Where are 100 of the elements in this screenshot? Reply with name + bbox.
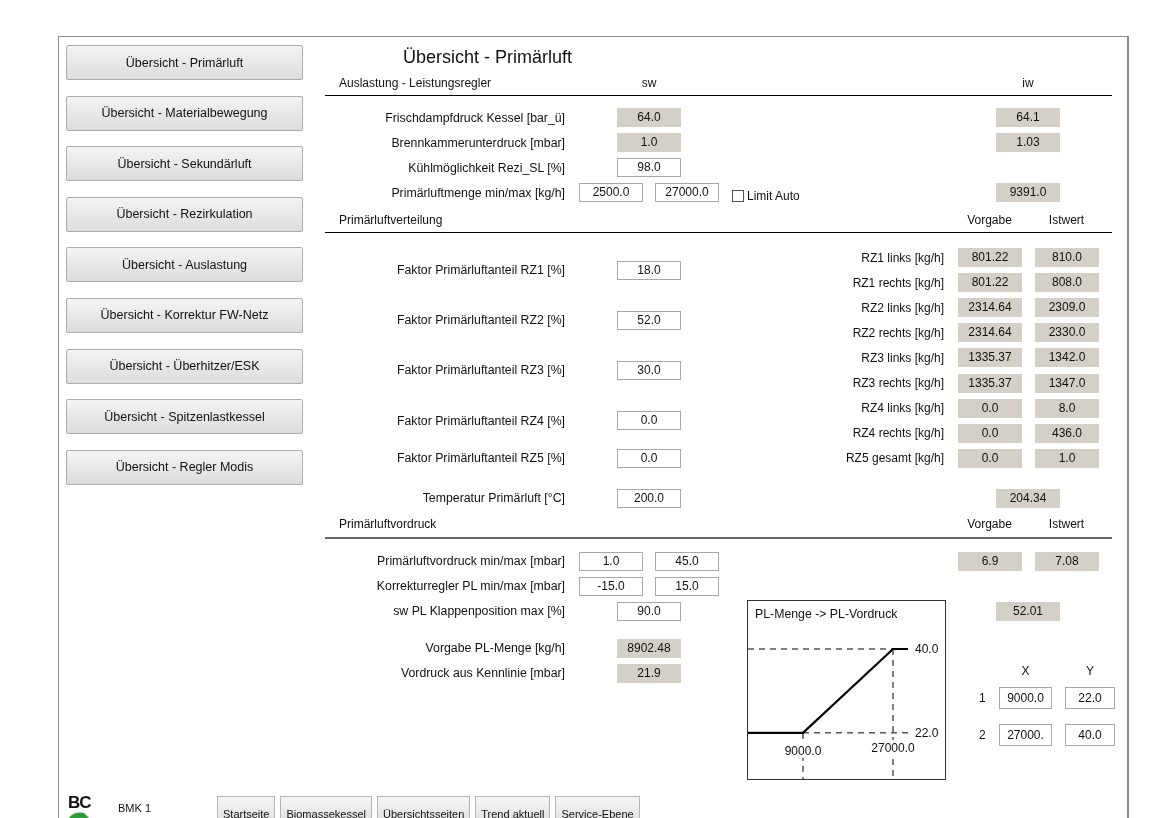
checkbox[interactable] [732, 189, 744, 202]
value-display: 801.22 [958, 248, 1022, 268]
footer-button[interactable]: Startseite [217, 795, 276, 818]
value-display: 1347.0 [1035, 373, 1099, 393]
nav-button[interactable]: Übersicht - Rezirkulation [66, 196, 303, 232]
value-display: 1342.0 [1035, 348, 1099, 368]
value-display: 801.22 [958, 273, 1022, 293]
nav-button[interactable]: Übersicht - Korrektur FW-Netz [66, 297, 303, 333]
value-display: 8902.48 [617, 638, 681, 658]
field-label: RZ1 links [kg/h] [860, 250, 944, 265]
column-heading: sw [640, 76, 658, 90]
input-field[interactable]: 27000. [999, 723, 1052, 746]
field-label: Brennkammerunterdruck [mbar] [390, 135, 565, 150]
value-display: 2330.0 [1035, 323, 1099, 343]
section-heading: Primärluftverteilung [338, 212, 444, 227]
input-field[interactable]: 200.0 [617, 488, 681, 508]
input-field[interactable]: 40.0 [1065, 723, 1115, 746]
nav-button[interactable]: Übersicht - Auslastung [66, 247, 303, 283]
value-display: 1335.37 [958, 348, 1022, 368]
field-label: Faktor Primärluftanteil RZ3 [%] [395, 363, 565, 378]
column-heading: Vorgabe [966, 212, 1013, 227]
section-heading: Primärluftvordruck [338, 517, 438, 532]
footer-button[interactable]: Service-Ebene [555, 795, 640, 818]
column-heading: Istwert [1047, 212, 1086, 227]
field-label: Primärluftvordruck min/max [mbar] [376, 554, 565, 569]
column-heading: Istwert [1047, 517, 1086, 532]
input-field[interactable]: 52.0 [617, 310, 681, 330]
value-display: 52.01 [996, 601, 1060, 621]
column-heading: Y [1085, 663, 1095, 678]
field-label: RZ1 rechts [kg/h] [851, 275, 944, 290]
section-heading: Auslastung - Leistungsregler [338, 76, 493, 90]
chart-title: PL-Menge -> PL-Vordruck [755, 606, 898, 621]
nav-button[interactable]: Übersicht - Überhitzer/ESK [66, 348, 303, 384]
field-label: Vordruck aus Kennlinie [mbar] [399, 666, 565, 681]
input-field[interactable]: 45.0 [655, 551, 719, 571]
input-field[interactable]: 18.0 [617, 260, 681, 280]
nav-button[interactable]: Übersicht - Sekundärluft [66, 146, 303, 182]
row-number: 1 [978, 690, 987, 705]
field-label: RZ4 links [kg/h] [860, 401, 944, 416]
value-display: 0.0 [958, 398, 1022, 418]
value-display: 2309.0 [1035, 298, 1099, 318]
value-display: 436.0 [1035, 423, 1099, 443]
value-display: 7.08 [1035, 551, 1099, 571]
field-label: RZ3 links [kg/h] [860, 350, 944, 365]
column-heading: X [1020, 663, 1031, 678]
field-label: Faktor Primärluftanteil RZ5 [%] [395, 451, 565, 466]
field-label: Frischdampfdruck Kessel [bar_ü] [384, 110, 565, 125]
nav-button[interactable]: Übersicht - Spitzenlastkessel [66, 399, 303, 435]
nav-button[interactable]: Übersicht - Materialbewegung [66, 95, 303, 131]
value-display: 21.9 [617, 663, 681, 683]
field-label: Faktor Primärluftanteil RZ4 [%] [395, 413, 565, 428]
value-display: 1.0 [1035, 448, 1099, 468]
value-display: 64.0 [617, 108, 681, 127]
tick-label: 22.0 [915, 725, 939, 740]
field-label: sw PL Klappenposition max [%] [392, 604, 565, 619]
tick-label: 9000.0 [784, 743, 822, 758]
value-display: 0.0 [958, 448, 1022, 468]
nav-button[interactable]: Übersicht - Regler Modis [66, 449, 303, 485]
field-label: Korrekturregler PL min/max [mbar] [375, 579, 565, 594]
input-field[interactable]: -15.0 [579, 576, 643, 596]
footer-button[interactable]: Trend aktuell [475, 795, 551, 818]
tick-label: 27000.0 [871, 740, 915, 755]
footer-button[interactable]: Übersichtsseiten [376, 795, 471, 818]
field-label: RZ4 rechts [kg/h] [851, 426, 944, 441]
input-field[interactable]: 9000.0 [999, 686, 1052, 709]
value-display: 9391.0 [996, 183, 1060, 202]
input-field[interactable]: 1.0 [579, 551, 643, 571]
input-field[interactable]: 15.0 [655, 576, 719, 596]
input-field[interactable]: 0.0 [617, 411, 681, 431]
column-heading: Vorgabe [966, 517, 1013, 532]
field-label: Kühlmöglichkeit Rezi_SL [%] [407, 160, 565, 175]
checkbox-label: Limit Auto [747, 188, 800, 203]
field-label: RZ2 rechts [kg/h] [851, 325, 944, 340]
value-display: 808.0 [1035, 273, 1099, 293]
input-field[interactable]: 27000.0 [655, 183, 719, 202]
value-display: 6.9 [958, 551, 1022, 571]
value-display: 204.34 [996, 488, 1060, 508]
value-display: 1335.37 [958, 373, 1022, 393]
column-heading: iw [1021, 76, 1035, 90]
value-display: 64.1 [996, 108, 1060, 127]
page-title: Übersicht - Primärluft [403, 46, 574, 68]
footer-button[interactable]: Biomassekessel [280, 795, 372, 818]
field-label: RZ3 rechts [kg/h] [851, 376, 944, 390]
logo-text: BC [68, 794, 92, 811]
value-display: 810.0 [1035, 248, 1099, 268]
field-label: RZ2 links [kg/h] [860, 300, 944, 315]
field-label: Vorgabe PL-Menge [kg/h] [424, 641, 565, 656]
input-field[interactable]: 98.0 [617, 158, 681, 177]
value-display: 1.03 [996, 133, 1060, 152]
input-field[interactable]: 90.0 [617, 601, 681, 621]
field-label: Faktor Primärluftanteil RZ2 [%] [395, 313, 565, 328]
nav-button[interactable]: Übersicht - Primärluft [66, 45, 303, 80]
value-display: 1.0 [617, 133, 681, 152]
value-display: 2314.64 [958, 298, 1022, 318]
field-label: Faktor Primärluftanteil RZ1 [%] [395, 263, 565, 278]
input-field[interactable]: 0.0 [617, 448, 681, 468]
input-field[interactable]: 22.0 [1065, 686, 1115, 709]
input-field[interactable]: 2500.0 [579, 183, 643, 202]
value-display: 0.0 [958, 423, 1022, 443]
input-field[interactable]: 30.0 [617, 360, 681, 380]
